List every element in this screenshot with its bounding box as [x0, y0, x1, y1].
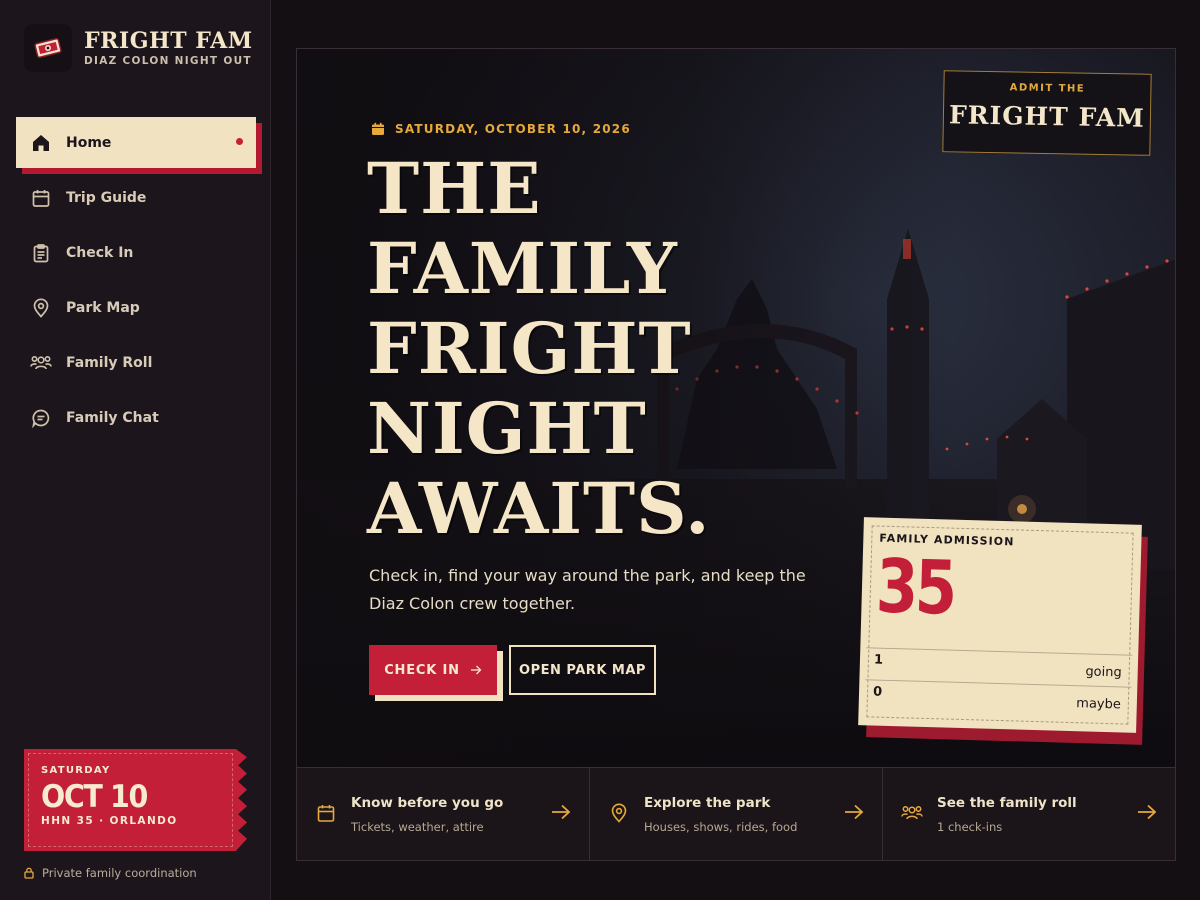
headline-line: FAMILY — [367, 227, 678, 310]
map-pin-icon — [608, 802, 630, 824]
admit-badge: ADMIT THE FRIGHT FAM — [942, 70, 1152, 156]
users-icon — [901, 802, 923, 824]
card-subtitle: Houses, shows, rides, food — [644, 819, 798, 834]
event-date: SATURDAY, OCTOBER 10, 2026 — [371, 122, 631, 136]
headline-line: FRIGHT — [367, 307, 692, 390]
sidebar-item-label: Trip Guide — [66, 189, 147, 206]
headline-line: NIGHT — [367, 387, 647, 470]
going-label: going — [1085, 664, 1122, 681]
privacy-note: Private family coordination — [24, 866, 197, 880]
admit-badge-small: ADMIT THE — [1009, 82, 1086, 95]
card-subtitle: Tickets, weather, attire — [351, 819, 484, 834]
arrow-right-icon — [470, 665, 482, 675]
hero-headline: THE FAMILY FRIGHT NIGHT AWAITS. — [367, 149, 767, 549]
calendar-icon — [30, 187, 52, 209]
maybe-label: maybe — [1076, 696, 1122, 713]
calendar-icon — [371, 122, 385, 136]
hero-subtext: Check in, find your way around the park,… — [369, 566, 806, 613]
sidebar-item-label: Check In — [66, 244, 134, 261]
sidebar-item-label: Family Chat — [66, 409, 159, 426]
hero-panel: ADMIT THE FRIGHT FAM SATURDAY, OCTOBER 1… — [296, 48, 1176, 768]
brand-title: FRIGHT FAM — [84, 28, 253, 54]
sidebar-item-home[interactable]: Home — [16, 117, 256, 168]
arrow-right-icon — [551, 804, 571, 820]
card-subtitle: 1 check-ins — [937, 819, 1003, 834]
sidebar-item-label: Home — [66, 134, 112, 151]
sidebar-item-trip-guide[interactable]: Trip Guide — [16, 172, 256, 223]
admission-count: 35 — [874, 543, 956, 632]
arrow-right-icon — [1137, 804, 1157, 820]
home-icon — [30, 132, 52, 154]
event-date-text: SATURDAY, OCTOBER 10, 2026 — [395, 122, 631, 136]
arrow-right-icon — [844, 804, 864, 820]
sidebar-item-label: Park Map — [66, 299, 140, 316]
sidebar-item-park-map[interactable]: Park Map — [16, 282, 256, 333]
open-park-map-button[interactable]: OPEN PARK MAP — [509, 645, 656, 695]
card-see-the-family-roll[interactable]: See the family roll 1 check-ins — [882, 768, 1175, 860]
admit-badge-title: FRIGHT FAM — [948, 100, 1146, 133]
sidebar: FRIGHT FAM DIAZ COLON NIGHT OUT Home Tri… — [0, 0, 271, 900]
quick-links: Know before you go Tickets, weather, att… — [296, 767, 1176, 861]
active-indicator-dot — [236, 138, 243, 145]
sidebar-item-family-roll[interactable]: Family Roll — [16, 337, 256, 388]
privacy-text: Private family coordination — [42, 866, 197, 880]
clipboard-icon — [30, 242, 52, 264]
open-park-map-label: OPEN PARK MAP — [519, 662, 646, 678]
card-explore-the-park[interactable]: Explore the park Houses, shows, rides, f… — [589, 768, 882, 860]
sidebar-nav: Home Trip Guide Check In Park Map Family… — [16, 117, 256, 447]
calendar-icon — [315, 802, 337, 824]
check-in-button[interactable]: CHECK IN — [369, 645, 497, 695]
check-in-label: CHECK IN — [384, 662, 460, 678]
ticket-date: OCT 10 — [41, 779, 148, 815]
brand[interactable]: FRIGHT FAM DIAZ COLON NIGHT OUT — [24, 24, 253, 72]
chat-icon — [30, 407, 52, 429]
map-pin-icon — [30, 297, 52, 319]
going-count: 1 — [873, 652, 884, 668]
headline-line: AWAITS. — [367, 467, 711, 550]
card-know-before-you-go[interactable]: Know before you go Tickets, weather, att… — [297, 768, 589, 860]
brand-subtitle: DIAZ COLON NIGHT OUT — [84, 55, 252, 67]
maybe-count: 0 — [872, 684, 883, 700]
lock-icon — [24, 867, 34, 879]
ticket-icon — [24, 24, 72, 72]
sidebar-item-label: Family Roll — [66, 354, 153, 371]
family-admission-card: FAMILY ADMISSION 35 1 going 0 maybe — [858, 517, 1142, 733]
users-icon — [30, 352, 52, 374]
sidebar-item-check-in[interactable]: Check In — [16, 227, 256, 278]
sidebar-item-family-chat[interactable]: Family Chat — [16, 392, 256, 443]
event-ticket: SATURDAY OCT 10 HHN 35 · ORLANDO — [24, 749, 247, 851]
headline-line: THE — [367, 147, 542, 230]
